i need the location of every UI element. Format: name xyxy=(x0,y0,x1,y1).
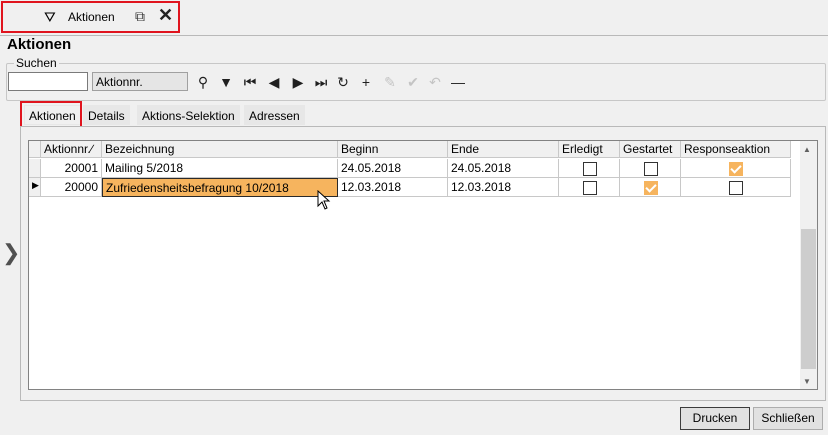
erledigt-checkbox[interactable] xyxy=(583,162,597,176)
save-check-icon: ✔ xyxy=(407,73,419,90)
cell-beginn[interactable]: 12.03.2018 xyxy=(338,178,448,197)
cell-bezeichnung-selected[interactable]: Zufriedensheitsbefragung 10/2018 xyxy=(102,178,338,197)
gestartet-checkbox[interactable] xyxy=(644,162,658,176)
responseaktion-checkbox[interactable] xyxy=(729,162,743,176)
page-title: Aktionen xyxy=(7,36,72,53)
scrollbar-thumb[interactable] xyxy=(801,229,816,369)
close-button[interactable]: Schließen xyxy=(753,407,823,430)
column-header-aktionnr[interactable]: Aktionnr.∕ xyxy=(41,141,102,158)
filter-icon[interactable]: ▼ xyxy=(216,72,236,92)
next-record-icon[interactable]: ▶ xyxy=(288,72,308,92)
refresh-icon[interactable]: ↻ xyxy=(333,72,353,92)
sort-ascending-icon: ∕ xyxy=(90,142,93,156)
first-record-icon[interactable]: ⏮ xyxy=(240,72,260,92)
previous-record-icon[interactable]: ◀ xyxy=(264,72,284,92)
current-row-indicator-icon: ▶ xyxy=(32,180,39,190)
gestartet-checkbox[interactable] xyxy=(644,181,658,195)
cell-ende[interactable]: 12.03.2018 xyxy=(448,178,559,197)
cell-bezeichnung[interactable]: Mailing 5/2018 xyxy=(102,159,338,178)
print-button[interactable]: Drucken xyxy=(680,407,750,430)
add-icon[interactable]: + xyxy=(356,72,376,92)
cell-ende[interactable]: 24.05.2018 xyxy=(448,159,559,178)
window-tab-highlight xyxy=(1,1,180,33)
row-header-current[interactable]: ▶ xyxy=(29,178,41,197)
tab-adressen[interactable]: Adressen xyxy=(244,105,305,125)
scroll-up-icon[interactable]: ▲ xyxy=(803,145,811,154)
cell-aktionnr[interactable]: 20000 xyxy=(41,178,102,197)
column-header-gestartet[interactable]: Gestartet xyxy=(620,141,681,158)
last-record-icon[interactable]: ⏭ xyxy=(311,72,331,92)
column-header-responseaktion[interactable]: Responseaktion xyxy=(681,141,791,158)
grid-corner xyxy=(29,141,41,158)
responseaktion-checkbox[interactable] xyxy=(729,181,743,195)
search-legend: Suchen xyxy=(14,56,59,70)
row-header[interactable] xyxy=(29,159,41,178)
edit-icon: ✎ xyxy=(384,73,396,90)
search-icon[interactable]: ⚲ xyxy=(193,72,213,92)
mouse-cursor-icon xyxy=(317,190,331,210)
erledigt-checkbox[interactable] xyxy=(583,181,597,195)
search-field-select[interactable]: Aktionnr. xyxy=(92,72,188,91)
cell-beginn[interactable]: 24.05.2018 xyxy=(338,159,448,178)
column-header-beginn[interactable]: Beginn xyxy=(338,141,448,158)
delete-icon[interactable]: — xyxy=(448,72,468,92)
undo-icon: ↶ xyxy=(429,73,441,90)
expand-chevron-icon[interactable]: ❯ xyxy=(2,240,20,266)
scroll-down-icon[interactable]: ▼ xyxy=(803,377,811,386)
cell-aktionnr[interactable]: 20001 xyxy=(41,159,102,178)
tab-aktions-selektion[interactable]: Aktions-Selektion xyxy=(137,105,240,125)
column-header-erledigt[interactable]: Erledigt xyxy=(559,141,620,158)
active-tab-highlight xyxy=(20,101,82,128)
column-header-bezeichnung[interactable]: Bezeichnung xyxy=(102,141,338,158)
column-header-ende[interactable]: Ende xyxy=(448,141,559,158)
tab-details[interactable]: Details xyxy=(83,105,130,125)
search-input[interactable] xyxy=(8,72,88,91)
